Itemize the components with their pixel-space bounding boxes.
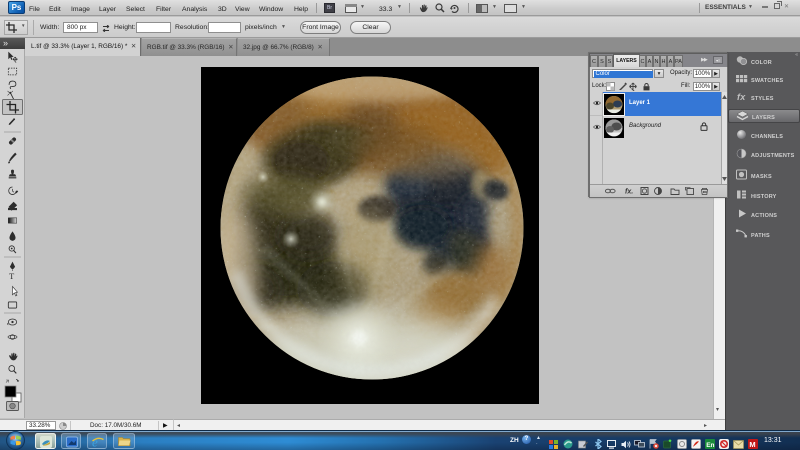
svg-text:fx.: fx. <box>625 189 633 196</box>
svg-text:M: M <box>749 440 755 449</box>
svg-text:fx: fx <box>737 92 746 102</box>
svg-text:T: T <box>9 272 14 281</box>
svg-text:En: En <box>706 442 714 449</box>
svg-text:e: e <box>92 435 98 449</box>
